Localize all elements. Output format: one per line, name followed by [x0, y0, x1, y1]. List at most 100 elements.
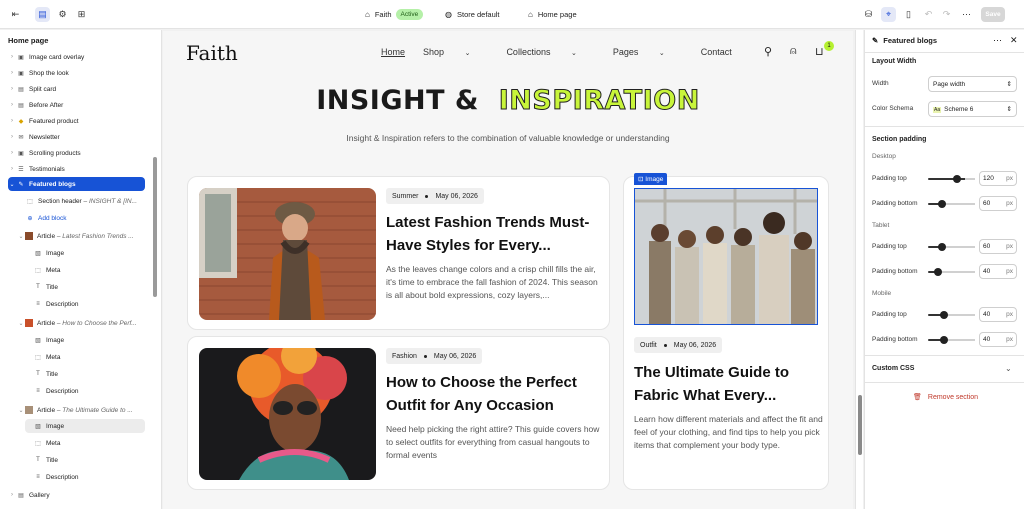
tree-item-article-3[interactable]: ⌄ Article – The Ultimate Guide to ... [17, 403, 161, 417]
desktop-padding-top-input[interactable]: 120 px [979, 171, 1017, 186]
slider-handle[interactable] [940, 311, 948, 319]
article-title[interactable]: The Ultimate Guide to Fabric What Every.… [634, 362, 824, 407]
add-block-button[interactable]: ⊕ Add block [25, 211, 161, 225]
tree-item-description[interactable]: ≡ Description [33, 297, 161, 311]
cart-icon[interactable]: ⊔ [815, 45, 824, 58]
slider-handle[interactable] [938, 200, 946, 208]
undo-icon[interactable]: ↶ [921, 7, 936, 22]
left-scrollbar[interactable] [153, 157, 157, 297]
slider-handle[interactable] [934, 268, 942, 276]
article-image[interactable] [199, 348, 376, 480]
mobile-padding-top-slider[interactable] [928, 311, 975, 319]
slider-handle[interactable] [938, 243, 946, 251]
tree-item-before-after[interactable]: › ▤ Before After [8, 98, 158, 112]
tree-item-featured-blogs[interactable]: ⌄ ✎ Featured blogs [8, 177, 145, 191]
tree-item-featured-product[interactable]: › ◆ Featured product [8, 114, 158, 128]
tree-item-article-1[interactable]: ⌄ Article – Latest Fashion Trends ... [17, 229, 161, 243]
desktop-padding-bottom-slider[interactable] [928, 200, 975, 208]
chevron-right-icon[interactable]: › [8, 102, 16, 108]
tree-item-title[interactable]: T Title [33, 453, 161, 467]
article-image-selected[interactable] [634, 188, 818, 325]
apps-icon[interactable]: ⊞ [74, 7, 89, 22]
tree-item-meta[interactable]: ⬚ Meta [33, 436, 161, 450]
settings-gear-icon[interactable]: ⚙ [55, 7, 70, 22]
sections-icon[interactable]: ▤ [35, 7, 50, 22]
tree-item-article-2[interactable]: ⌄ Article – How to Choose the Perf... [17, 316, 161, 330]
tree-item-testimonials[interactable]: › ☰ Testimonials [8, 162, 158, 176]
tree-item-image[interactable]: ▧ Image [33, 246, 161, 260]
search-icon[interactable]: ⚲ [764, 45, 772, 58]
width-select[interactable]: Page width ⇕ [928, 76, 1017, 92]
nav-pages[interactable]: Pages ⌄ [613, 47, 683, 57]
nav-shop[interactable]: Shop ⌄ [423, 47, 488, 57]
chevron-down-icon[interactable]: ⌄ [17, 407, 25, 414]
desktop-padding-bottom-input[interactable]: 60 px [979, 196, 1017, 211]
mobile-preview-icon[interactable]: ▯ [901, 7, 916, 22]
close-icon[interactable]: ✕ [1010, 35, 1018, 46]
tree-item-shop-the-look[interactable]: › ▣ Shop the look [8, 66, 158, 80]
chevron-down-icon[interactable]: ⌄ [1005, 364, 1012, 373]
mobile-padding-top-input[interactable]: 40 px [979, 307, 1017, 322]
chevron-right-icon[interactable]: › [8, 134, 16, 140]
chevron-right-icon[interactable]: › [8, 118, 16, 124]
tree-item-newsletter[interactable]: › ✉ Newsletter [8, 130, 158, 144]
redo-icon[interactable]: ↷ [939, 7, 954, 22]
site-logo[interactable]: Faith [186, 41, 238, 65]
tree-item-split-card[interactable]: › ▤ Split card [8, 82, 158, 96]
exit-icon[interactable]: ⇤ [8, 7, 23, 22]
chevron-right-icon[interactable]: › [8, 70, 16, 76]
mobile-padding-bottom-input[interactable]: 40 px [979, 332, 1017, 347]
page-selector[interactable]: ⌂ Home page [528, 0, 577, 29]
tree-item-section-header[interactable]: ⬚ Section header – INSIGHT & [IN... [25, 194, 161, 208]
chevron-right-icon[interactable]: › [8, 492, 16, 498]
article-category[interactable]: Outfit [640, 342, 657, 349]
nav-contact[interactable]: Contact [701, 47, 732, 57]
tree-item-description[interactable]: ≡ Description [33, 470, 161, 484]
store-selector[interactable]: ⌂ Faith Active [365, 0, 424, 29]
color-schema-select[interactable]: Aa Scheme 6 ⇕ [928, 101, 1017, 117]
article-title[interactable]: How to Choose the Perfect Outfit for Any… [386, 372, 604, 417]
user-icon[interactable]: ⍝ [790, 45, 797, 58]
tree-item-meta[interactable]: ⬚ Meta [33, 263, 161, 277]
tree-item-image-selected[interactable]: ▧ Image [25, 419, 145, 433]
slider-handle[interactable] [940, 336, 948, 344]
article-title[interactable]: Latest Fashion Trends Must-Have Styles f… [386, 212, 604, 257]
tree-item-description[interactable]: ≡ Description [33, 384, 161, 398]
tree-item-scrolling-products[interactable]: › ▣ Scrolling products [8, 146, 158, 160]
chevron-right-icon[interactable]: › [8, 86, 16, 92]
tablet-padding-top-slider[interactable] [928, 243, 975, 251]
article-card[interactable]: Summer May 06, 2026 Latest Fashion Trends… [187, 176, 610, 330]
tablet-padding-bottom-slider[interactable] [928, 268, 975, 276]
tree-item-meta[interactable]: ⬚ Meta [33, 350, 161, 364]
custom-css-toggle[interactable]: Custom CSS [872, 365, 914, 372]
article-card[interactable]: Fashion May 06, 2026 How to Choose the Pe… [187, 336, 610, 490]
slider-handle[interactable] [953, 175, 961, 183]
chevron-down-icon[interactable]: ⌄ [8, 181, 16, 188]
tree-item-gallery[interactable]: › ▤ Gallery [8, 488, 158, 502]
inspector-cursor-icon[interactable]: ⌖ [881, 7, 896, 22]
locale-selector[interactable]: ◍ Store default [445, 0, 500, 29]
tree-item-title[interactable]: T Title [33, 280, 161, 294]
nav-home[interactable]: Home [381, 47, 405, 57]
save-button[interactable]: Save [981, 7, 1005, 22]
database-icon[interactable]: ⛁ [861, 7, 876, 22]
chevron-down-icon[interactable]: ⌄ [17, 320, 25, 327]
selected-block-tag[interactable]: ⊡ Image [634, 173, 668, 185]
tablet-padding-top-input[interactable]: 60 px [979, 239, 1017, 254]
chevron-down-icon[interactable]: ⌄ [17, 233, 25, 240]
canvas-scrollbar[interactable] [855, 30, 863, 509]
tree-item-image[interactable]: ▧ Image [33, 333, 161, 347]
desktop-padding-top-slider[interactable] [928, 175, 975, 183]
mobile-padding-bottom-slider[interactable] [928, 336, 975, 344]
tablet-padding-bottom-input[interactable]: 40 px [979, 264, 1017, 279]
tree-item-image-card-overlay[interactable]: › ▣ Image card overlay [8, 50, 158, 64]
article-category[interactable]: Summer [392, 193, 418, 200]
scrollbar-thumb[interactable] [858, 395, 862, 455]
tree-item-title[interactable]: T Title [33, 367, 161, 381]
more-options-icon[interactable]: ⋯ [993, 35, 1002, 46]
more-options-icon[interactable]: ⋯ [959, 7, 974, 22]
chevron-right-icon[interactable]: › [8, 166, 16, 172]
article-image[interactable] [199, 188, 376, 320]
remove-section-button[interactable]: 🗑 Remove section [913, 393, 978, 402]
article-category[interactable]: Fashion [392, 353, 417, 360]
